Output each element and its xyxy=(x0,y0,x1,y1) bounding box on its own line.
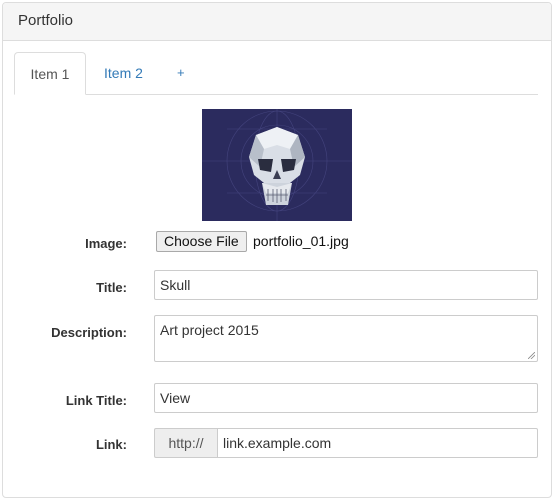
title-input[interactable]: Skull xyxy=(154,270,538,300)
image-preview xyxy=(202,109,352,221)
title-label: Title: xyxy=(96,280,127,295)
tab-item-1[interactable]: Item 1 xyxy=(14,52,86,95)
add-tab-button[interactable]: + xyxy=(177,52,185,94)
link-title-label: Link Title: xyxy=(65,393,127,408)
link-protocol-addon: http:// xyxy=(154,428,217,458)
resize-handle-icon[interactable] xyxy=(528,352,535,359)
image-label: Image: xyxy=(85,236,127,251)
choose-file-button[interactable]: Choose File xyxy=(156,231,247,252)
panel-title: Portfolio xyxy=(18,12,74,29)
tab-item-2[interactable]: Item 2 xyxy=(104,52,143,94)
panel-heading: Portfolio xyxy=(3,3,551,41)
skull-icon xyxy=(202,109,352,221)
description-label: Description: xyxy=(51,325,127,340)
selected-file-name: portfolio_01.jpg xyxy=(253,233,349,249)
description-textarea[interactable]: Art project 2015 xyxy=(154,315,538,362)
link-title-input[interactable]: View xyxy=(154,383,538,413)
link-input[interactable]: link.example.com xyxy=(217,428,538,458)
description-text: Art project 2015 xyxy=(160,322,259,338)
link-label: Link: xyxy=(95,437,127,452)
item-tabs: Item 1 Item 2 + xyxy=(14,52,538,95)
